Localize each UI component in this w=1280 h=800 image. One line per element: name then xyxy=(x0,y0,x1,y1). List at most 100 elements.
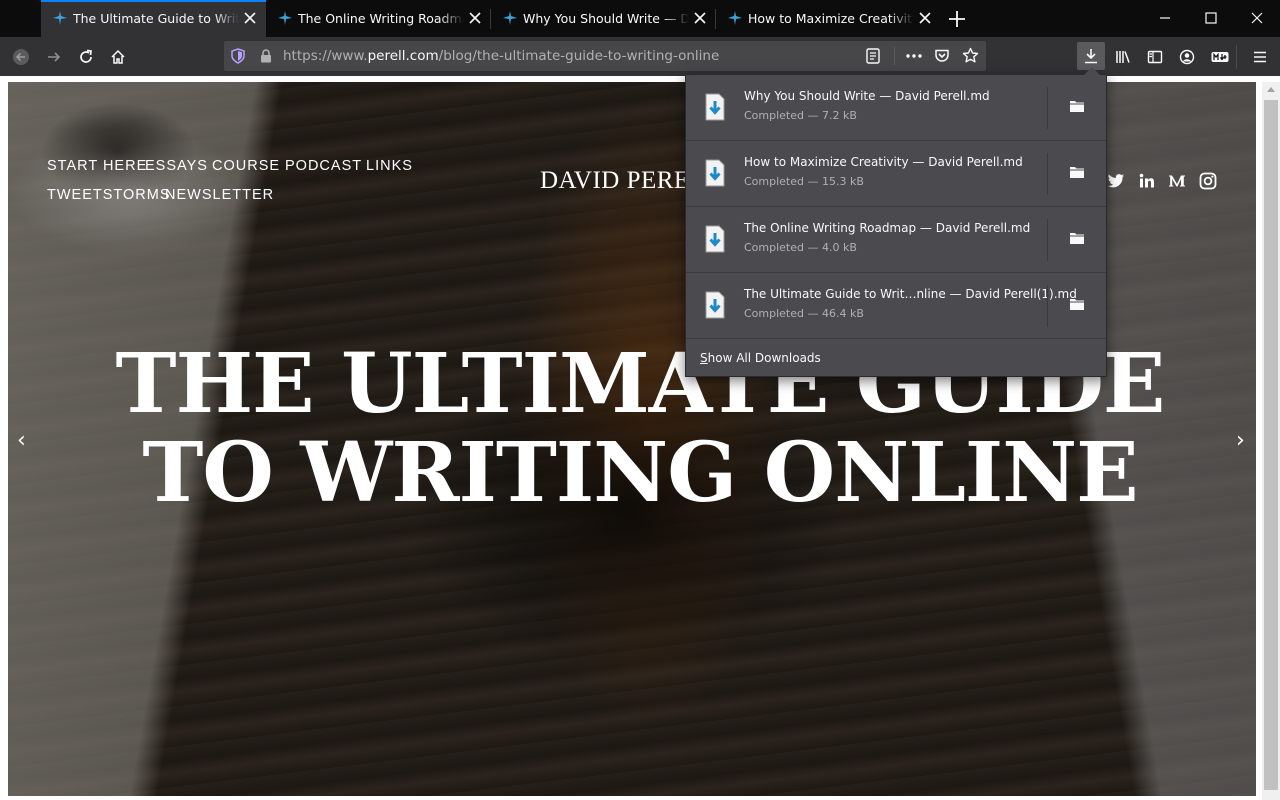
home-button[interactable] xyxy=(104,43,132,71)
download-status: Completed — 4.0 kB xyxy=(744,241,857,254)
url-prefix: https://www. xyxy=(283,48,368,64)
carousel-next-arrow[interactable]: › xyxy=(1236,428,1245,453)
account-button[interactable] xyxy=(1173,43,1201,71)
urlbar-separator xyxy=(894,47,895,65)
tab-online-writing-roadmap[interactable]: The Online Writing Roadmap — David Perel… xyxy=(266,0,491,37)
medium-icon[interactable] xyxy=(1168,172,1186,190)
minimize-icon xyxy=(1160,17,1170,19)
download-separator xyxy=(1047,87,1048,129)
hamburger-menu-icon xyxy=(1254,51,1266,63)
tab-title: How to Maximize Creativity — David Perel… xyxy=(748,11,914,26)
close-tab-icon[interactable] xyxy=(469,12,481,24)
tab-maximize-creativity[interactable]: How to Maximize Creativity — David Perel… xyxy=(716,0,941,37)
download-item[interactable]: The Online Writing Roadmap — David Perel… xyxy=(686,207,1106,273)
tab-ultimate-guide[interactable]: The Ultimate Guide to Writing Online — D… xyxy=(41,0,266,37)
toolbar-separator xyxy=(1236,45,1237,69)
downloads-panel: Why You Should Write — David Perell.md C… xyxy=(685,67,1107,377)
site-favicon-icon xyxy=(503,11,517,25)
close-tab-icon[interactable] xyxy=(244,12,256,24)
pocket-icon[interactable] xyxy=(934,48,950,64)
file-download-icon xyxy=(705,159,725,187)
site-favicon-icon xyxy=(53,11,67,25)
tracking-protection-shield-icon[interactable] xyxy=(231,48,245,64)
new-tab-icon[interactable] xyxy=(946,8,968,30)
url-path: /blog/the-ultimate-guide-to-writing-onli… xyxy=(438,48,720,64)
lock-icon[interactable] xyxy=(260,49,272,63)
download-item[interactable]: How to Maximize Creativity — David Perel… xyxy=(686,141,1106,207)
download-filename: The Online Writing Roadmap — David Perel… xyxy=(744,221,1031,235)
tab-title: The Ultimate Guide to Writing Online — D… xyxy=(73,11,239,26)
show-all-downloads-link[interactable]: Show All Downloads xyxy=(700,351,821,365)
download-status: Completed — 7.2 kB xyxy=(744,109,857,122)
nav-links[interactable]: LINKS xyxy=(366,158,413,174)
library-button[interactable] xyxy=(1109,43,1137,71)
download-filename: Why You Should Write — David Perell.md xyxy=(744,89,990,103)
download-separator xyxy=(1047,153,1048,195)
url-text[interactable]: https://www.perell.com/blog/the-ultimate… xyxy=(283,48,719,64)
close-tab-icon[interactable] xyxy=(694,12,706,24)
nav-tweetstorms[interactable]: TWEETSTORMS xyxy=(47,187,171,203)
article-headline-line-2: TO WRITING ONLINE xyxy=(142,425,1138,521)
back-button[interactable] xyxy=(7,43,35,71)
site-favicon-icon xyxy=(728,11,742,25)
markdown-extension-button[interactable] xyxy=(1205,43,1233,71)
home-icon xyxy=(111,49,125,64)
download-separator xyxy=(1047,219,1048,261)
close-window-button[interactable] xyxy=(1234,0,1280,37)
download-item[interactable]: The Ultimate Guide to Writ…nline — David… xyxy=(686,273,1106,339)
linkedin-icon[interactable] xyxy=(1138,172,1156,190)
download-status: Completed — 15.3 kB xyxy=(744,175,864,188)
scrollbar-thumb[interactable] xyxy=(1264,100,1278,790)
tab-strip: The Ultimate Guide to Writing Online — D… xyxy=(0,0,1280,37)
file-download-icon xyxy=(705,93,725,121)
reader-view-icon[interactable] xyxy=(866,48,880,64)
instagram-icon[interactable] xyxy=(1199,172,1217,190)
open-folder-icon[interactable] xyxy=(1069,231,1085,245)
nav-start-here[interactable]: START HERE xyxy=(47,158,147,174)
tab-why-you-should-write[interactable]: Why You Should Write — David Perell xyxy=(491,0,716,37)
scrollbar[interactable] xyxy=(1262,82,1280,800)
scroll-up-arrow-icon[interactable] xyxy=(1267,87,1275,92)
close-tab-icon[interactable] xyxy=(919,12,931,24)
carousel-prev-arrow[interactable]: ‹ xyxy=(17,428,26,453)
panel-caret xyxy=(1084,67,1100,75)
download-separator xyxy=(1047,285,1048,327)
library-icon xyxy=(1116,51,1130,63)
menu-button[interactable] xyxy=(1246,43,1274,71)
forward-button[interactable] xyxy=(40,43,68,71)
back-arrow-icon xyxy=(13,49,29,65)
forward-arrow-icon xyxy=(48,52,61,62)
downloads-button-active[interactable] xyxy=(1077,42,1105,70)
file-download-icon xyxy=(705,291,725,319)
sidebar-button[interactable] xyxy=(1141,43,1169,71)
nav-newsletter[interactable]: NEWSLETTER xyxy=(165,187,274,203)
tab-title: The Online Writing Roadmap — David Perel… xyxy=(298,11,464,26)
nav-podcast[interactable]: PODCAST xyxy=(285,158,362,174)
sidebar-icon xyxy=(1147,50,1163,64)
account-icon xyxy=(1179,49,1195,65)
download-icon xyxy=(1085,49,1097,64)
url-host: perell.com xyxy=(367,48,439,64)
reload-button[interactable] xyxy=(72,43,100,71)
maximize-button[interactable] xyxy=(1188,0,1234,37)
download-item[interactable]: Why You Should Write — David Perell.md C… xyxy=(686,75,1106,141)
tab-title: Why You Should Write — David Perell xyxy=(523,11,689,26)
download-status: Completed — 46.4 kB xyxy=(744,307,864,320)
file-download-icon xyxy=(705,225,725,253)
download-filename: The Ultimate Guide to Writ…nline — David… xyxy=(744,287,1077,301)
address-bar[interactable]: https://www.perell.com/blog/the-ultimate… xyxy=(224,41,986,71)
reload-icon xyxy=(80,49,92,63)
page-actions-ellipsis-icon[interactable] xyxy=(906,54,922,58)
download-filename: How to Maximize Creativity — David Perel… xyxy=(744,155,1023,169)
close-icon xyxy=(1251,12,1263,24)
nav-essays[interactable]: ESSAYS xyxy=(145,158,208,174)
open-folder-icon[interactable] xyxy=(1069,297,1085,311)
bookmark-star-icon[interactable] xyxy=(962,47,979,64)
open-folder-icon[interactable] xyxy=(1069,165,1085,179)
site-favicon-icon xyxy=(278,11,292,25)
maximize-icon xyxy=(1205,12,1217,24)
twitter-icon[interactable] xyxy=(1107,172,1125,190)
open-folder-icon[interactable] xyxy=(1069,99,1085,113)
minimize-button[interactable] xyxy=(1142,0,1188,37)
nav-course[interactable]: COURSE xyxy=(212,158,280,174)
